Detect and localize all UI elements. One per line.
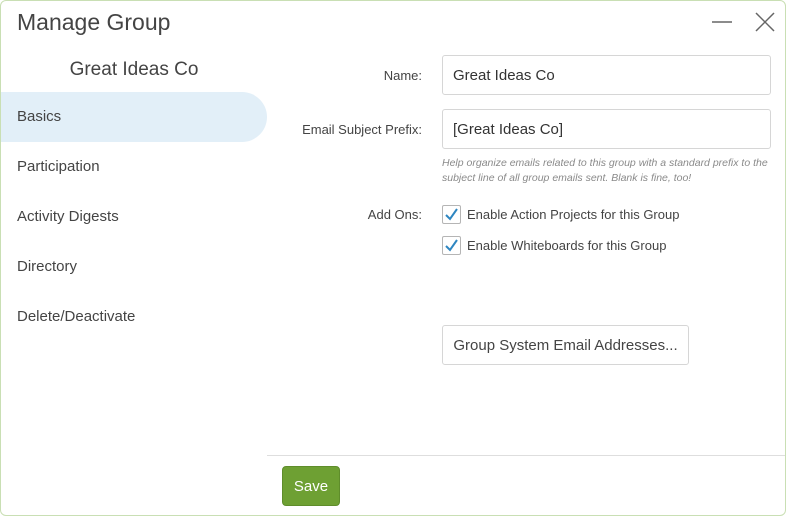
sidebar-item-delete-deactivate[interactable]: Delete/Deactivate (1, 292, 267, 342)
checkmark-icon (445, 208, 458, 221)
whiteboards-checkbox[interactable] (442, 236, 461, 255)
name-input[interactable] (442, 55, 771, 95)
sidebar-item-participation[interactable]: Participation (1, 142, 267, 192)
action-projects-label: Enable Action Projects for this Group (467, 207, 680, 222)
email-prefix-input[interactable] (442, 109, 771, 149)
save-button[interactable]: Save (282, 466, 340, 506)
addons-label: Add Ons: (367, 207, 422, 222)
close-icon[interactable] (752, 9, 778, 35)
email-prefix-help-text: Help organize emails related to this gro… (442, 157, 768, 184)
dialog-title: Manage Group (17, 9, 171, 35)
email-prefix-label: Email Subject Prefix: (302, 122, 422, 137)
group-system-email-addresses-button[interactable]: Group System Email Addresses... (442, 325, 689, 365)
checkmark-icon (445, 239, 458, 252)
manage-group-dialog: Manage Group Great Ideas Co Basics Parti… (0, 0, 786, 516)
sidebar: Great Ideas Co Basics Participation Acti… (1, 45, 267, 465)
minimize-icon[interactable] (709, 9, 735, 35)
action-projects-checkbox[interactable] (442, 205, 461, 224)
name-label: Name: (383, 68, 422, 83)
footer-divider (267, 455, 785, 456)
whiteboards-label: Enable Whiteboards for this Group (467, 238, 667, 253)
sidebar-item-directory[interactable]: Directory (1, 242, 267, 292)
